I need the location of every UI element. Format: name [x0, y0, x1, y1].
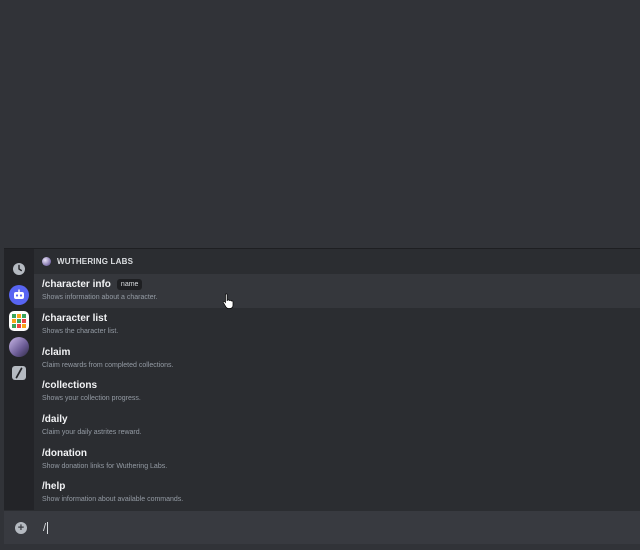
message-composer: + /	[4, 510, 640, 544]
app-rail	[4, 249, 34, 510]
command-description: Show information about available command…	[42, 496, 184, 504]
command-description: Claim your daily astrites reward.	[42, 428, 142, 436]
command-description: Show donation links for Wuthering Labs.	[42, 462, 168, 470]
command-item-character-info[interactable]: /character info name Shows information a…	[34, 274, 640, 308]
command-name: /collections	[42, 380, 98, 392]
command-item-daily[interactable]: /daily Claim your daily astrites reward.	[34, 409, 640, 443]
command-description: Shows the character list.	[42, 327, 119, 335]
slash-commands-icon[interactable]	[9, 363, 29, 383]
text-caret	[47, 521, 49, 534]
app-section-header: WUTHERING LABS	[34, 249, 640, 274]
app-avatar-icon	[42, 257, 51, 267]
message-area	[0, 0, 640, 248]
command-name: /character list	[42, 312, 108, 324]
recent-clock-icon[interactable]	[9, 259, 29, 279]
command-option-pill: name	[116, 279, 143, 291]
command-name: /claim	[42, 346, 71, 358]
add-attachment-button[interactable]: +	[15, 521, 27, 534]
command-name: /help	[42, 481, 66, 493]
command-name: /daily	[42, 413, 68, 425]
message-input[interactable]: /	[43, 521, 49, 534]
command-autocomplete-popup: WUTHERING LABS /character info name Show…	[4, 248, 640, 510]
mouse-pointer-icon	[222, 293, 234, 309]
command-description: Claim rewards from completed collections…	[42, 361, 174, 369]
command-description: Shows information about a character.	[42, 294, 158, 302]
command-item-donation[interactable]: /donation Show donation links for Wuther…	[34, 443, 640, 477]
command-item-help[interactable]: /help Show information about available c…	[34, 476, 640, 510]
bot-app-icon[interactable]	[9, 285, 29, 305]
command-name: /donation	[42, 447, 87, 459]
command-list: WUTHERING LABS /character info name Show…	[34, 249, 640, 510]
app-name: WUTHERING LABS	[57, 257, 134, 267]
grid-app-icon[interactable]	[9, 311, 29, 331]
command-item-collections[interactable]: /collections Shows your collection progr…	[34, 375, 640, 409]
message-input-value: /	[43, 521, 47, 534]
wuthering-labs-app-icon[interactable]	[9, 337, 29, 357]
plus-icon: +	[17, 521, 25, 534]
command-item-claim[interactable]: /claim Claim rewards from completed coll…	[34, 342, 640, 376]
command-item-character-list[interactable]: /character list Shows the character list…	[34, 308, 640, 342]
command-name: /character info	[42, 279, 111, 291]
command-description: Shows your collection progress.	[42, 395, 141, 403]
